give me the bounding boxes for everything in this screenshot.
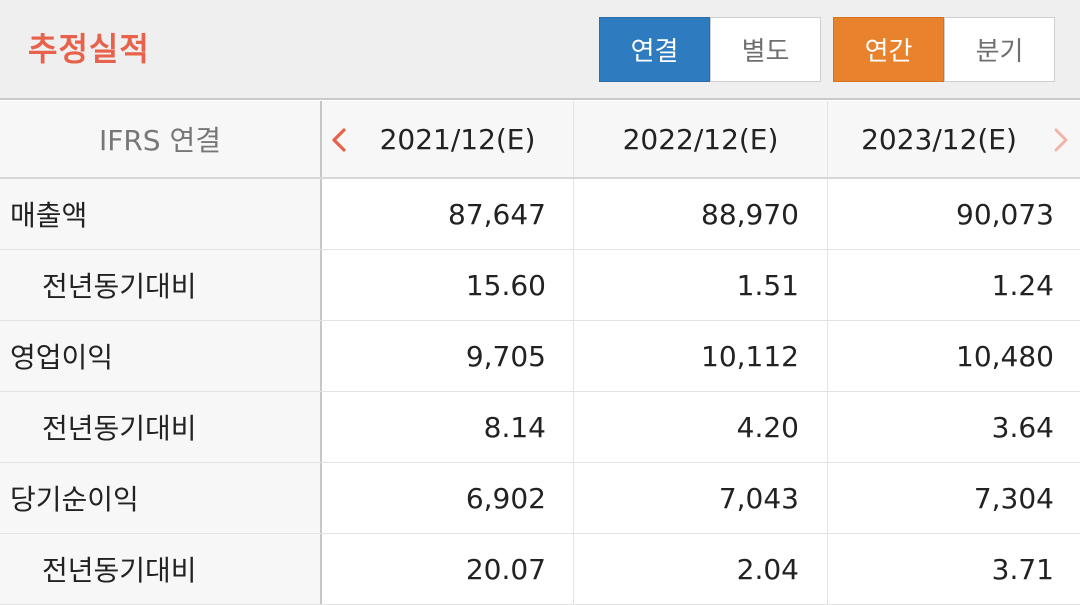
value-cell: 2.04 xyxy=(574,534,828,604)
row-label: 당기순이익 xyxy=(10,483,139,516)
page-title: 추정실적 xyxy=(28,30,150,68)
value-cell: 10,112 xyxy=(574,321,828,391)
table-row: 전년동기대비 15.60 1.51 1.24 xyxy=(0,250,1080,321)
separate-button[interactable]: 별도 xyxy=(710,17,821,82)
value-cell: 7,304 xyxy=(973,481,1054,515)
row-label-cell: 전년동기대비 xyxy=(0,534,322,604)
row-label-cell: 매출액 xyxy=(0,179,322,249)
header-bar: 추정실적 연결 별도 연간 분기 xyxy=(0,0,1080,100)
row-label: 영업이익 xyxy=(10,341,114,374)
annual-button[interactable]: 연간 xyxy=(833,17,944,82)
row-label-cell: 전년동기대비 xyxy=(0,250,322,320)
scope-toggle: 연결 별도 xyxy=(599,17,821,82)
row-label-cell: 영업이익 xyxy=(0,321,322,391)
quarter-button[interactable]: 분기 xyxy=(944,17,1055,82)
value-cell: 3.64 xyxy=(991,410,1054,444)
consolidated-button[interactable]: 연결 xyxy=(599,17,710,82)
column-header: 2023/12(E) xyxy=(861,122,1017,156)
value-cell: 10,480 xyxy=(956,339,1054,373)
chevron-left-icon[interactable] xyxy=(330,101,352,179)
value-cell: 87,647 xyxy=(322,179,574,249)
value-cell: 88,970 xyxy=(574,179,828,249)
row-label: 전년동기대비 xyxy=(42,412,197,445)
value-cell: 3.71 xyxy=(991,552,1054,586)
value-cell: 20.07 xyxy=(322,534,574,604)
value-cell: 1.24 xyxy=(991,268,1054,302)
table-row: 전년동기대비 8.14 4.20 3.64 xyxy=(0,392,1080,463)
value-cell: 90,073 xyxy=(956,197,1054,231)
chevron-right-icon[interactable] xyxy=(1052,101,1074,179)
period-toggle: 연간 분기 xyxy=(833,17,1055,82)
value-cell: 6,902 xyxy=(322,463,574,533)
value-cell: 15.60 xyxy=(322,250,574,320)
value-cell: 4.20 xyxy=(574,392,828,462)
row-label-cell: 전년동기대비 xyxy=(0,392,322,462)
row-label: 전년동기대비 xyxy=(42,270,197,303)
column-header: 2022/12(E) xyxy=(574,101,828,177)
row-label: 매출액 xyxy=(10,199,88,232)
row-label-cell: 당기순이익 xyxy=(0,463,322,533)
table-row: 전년동기대비 20.07 2.04 3.71 xyxy=(0,534,1080,605)
corner-label: IFRS 연결 xyxy=(0,101,322,177)
estimate-table: IFRS 연결 2021/12(E) 2022/12(E) 2023/12(E)… xyxy=(0,101,1080,605)
table-row: 영업이익 9,705 10,112 10,480 xyxy=(0,321,1080,392)
value-cell: 1.51 xyxy=(574,250,828,320)
row-label: 전년동기대비 xyxy=(42,554,197,587)
value-cell: 7,043 xyxy=(574,463,828,533)
column-header: 2021/12(E) xyxy=(322,101,574,177)
table-row: 당기순이익 6,902 7,043 7,304 xyxy=(0,463,1080,534)
table-row: 매출액 87,647 88,970 90,073 xyxy=(0,179,1080,250)
table-header-row: IFRS 연결 2021/12(E) 2022/12(E) 2023/12(E) xyxy=(0,101,1080,179)
value-cell: 8.14 xyxy=(322,392,574,462)
value-cell: 9,705 xyxy=(322,321,574,391)
